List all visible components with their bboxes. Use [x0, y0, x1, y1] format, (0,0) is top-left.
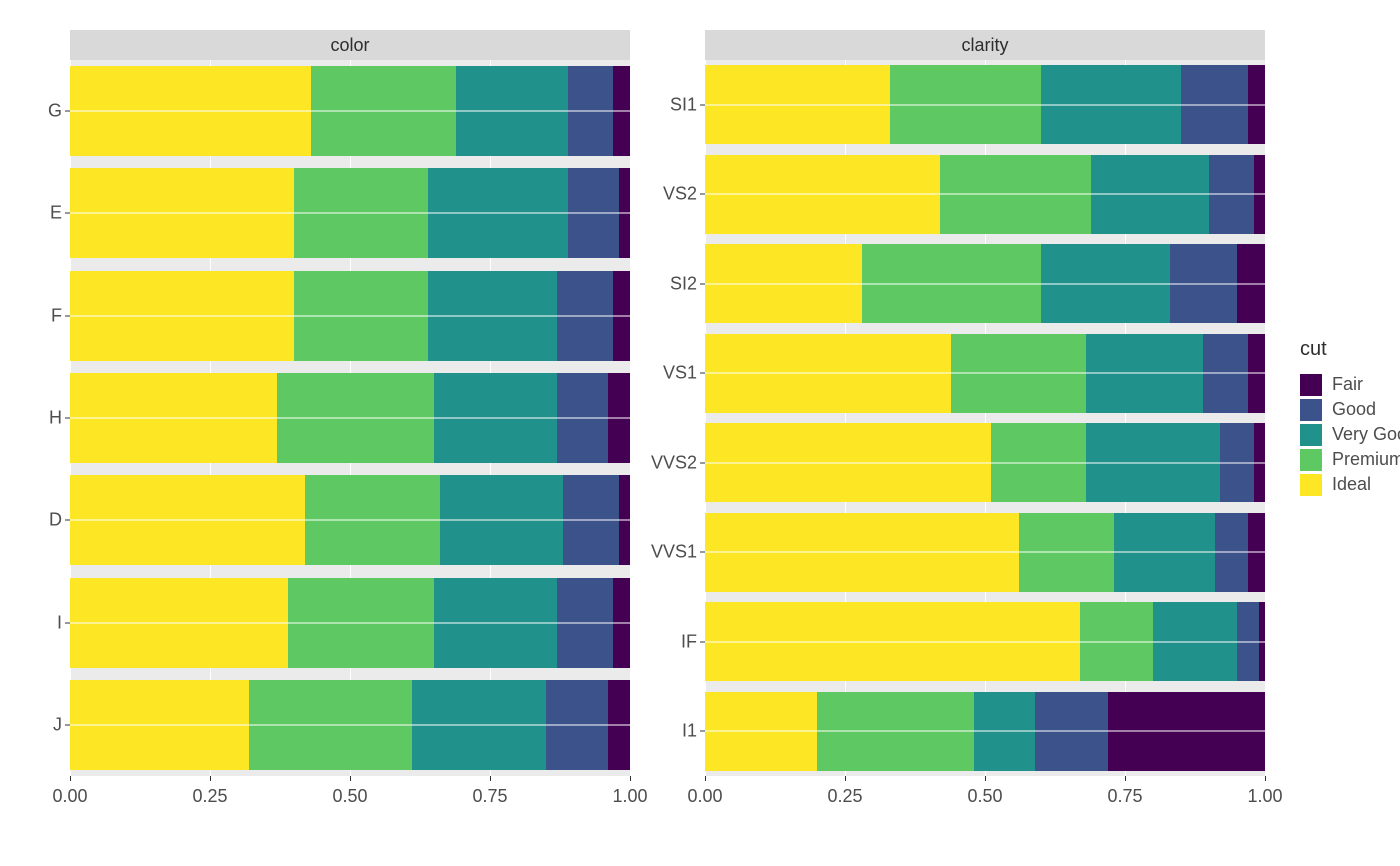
- legend-swatch: [1300, 474, 1322, 496]
- y-gridline: [70, 622, 630, 623]
- y-tick-label: VVS1: [651, 542, 705, 563]
- y-gridline: [70, 315, 630, 316]
- plot-area-clarity: SI1VS2SI2VS1VVS2VVS1IFI1: [705, 60, 1265, 776]
- facet-header-clarity: clarity: [705, 30, 1265, 60]
- facet-color: color GEFHDIJ 0.000.250.500.751.00: [70, 30, 630, 806]
- legend: cut Fair Good Very Good Premium Ideal: [1290, 30, 1400, 806]
- x-tick-mark: [210, 776, 211, 781]
- x-tick-mark: [1265, 776, 1266, 781]
- x-axis-color: 0.000.250.500.751.00: [70, 776, 630, 806]
- legend-swatch: [1300, 374, 1322, 396]
- x-tick-label: 0.75: [472, 786, 507, 807]
- y-tick-label: IF: [681, 631, 705, 652]
- legend-swatch: [1300, 424, 1322, 446]
- y-gridline: [705, 462, 1265, 463]
- bars-layer: [705, 60, 1265, 776]
- x-tick-mark: [70, 776, 71, 781]
- facet-header-color: color: [70, 30, 630, 60]
- x-tick-label: 0.00: [52, 786, 87, 807]
- y-tick-label: I: [57, 612, 70, 633]
- y-tick-label: I1: [682, 721, 705, 742]
- x-tick-mark: [1125, 776, 1126, 781]
- x-tick-label: 0.25: [192, 786, 227, 807]
- y-tick-label: VS2: [663, 184, 705, 205]
- x-tick-mark: [350, 776, 351, 781]
- y-tick-label: H: [49, 408, 70, 429]
- x-tick-mark: [490, 776, 491, 781]
- x-tick-label: 0.75: [1107, 786, 1142, 807]
- legend-label: Very Good: [1332, 424, 1400, 445]
- legend-item-fair: Fair: [1300, 374, 1400, 396]
- x-tick-label: 0.50: [332, 786, 367, 807]
- chart-root: color GEFHDIJ 0.000.250.500.751.00 clari…: [0, 0, 1400, 866]
- plot-area-color: GEFHDIJ: [70, 60, 630, 776]
- legend-item-ideal: Ideal: [1300, 474, 1400, 496]
- x-tick-label: 0.50: [967, 786, 1002, 807]
- x-tick-mark: [985, 776, 986, 781]
- x-tick-label: 1.00: [612, 786, 647, 807]
- legend-item-premium: Premium: [1300, 449, 1400, 471]
- y-gridline: [705, 194, 1265, 195]
- x-tick-label: 0.25: [827, 786, 862, 807]
- y-tick-label: VVS2: [651, 452, 705, 473]
- legend-items: Fair Good Very Good Premium Ideal: [1300, 371, 1400, 499]
- x-tick-mark: [705, 776, 706, 781]
- y-gridline: [705, 283, 1265, 284]
- legend-label: Good: [1332, 399, 1376, 420]
- y-gridline: [70, 111, 630, 112]
- y-tick-label: J: [53, 714, 70, 735]
- legend-swatch: [1300, 399, 1322, 421]
- x-tick-label: 1.00: [1247, 786, 1282, 807]
- legend-label: Premium: [1332, 449, 1400, 470]
- facet-clarity: clarity SI1VS2SI2VS1VVS2VVS1IFI1 0.000.2…: [705, 30, 1265, 806]
- legend-swatch: [1300, 449, 1322, 471]
- y-tick-label: G: [48, 101, 70, 122]
- y-gridline: [70, 724, 630, 725]
- x-tick-label: 0.00: [687, 786, 722, 807]
- y-tick-label: E: [50, 203, 70, 224]
- y-gridline: [705, 731, 1265, 732]
- x-gridline: [1265, 60, 1266, 776]
- y-tick-label: D: [49, 510, 70, 531]
- y-gridline: [70, 418, 630, 419]
- y-tick-label: VS1: [663, 363, 705, 384]
- y-gridline: [70, 213, 630, 214]
- y-gridline: [705, 552, 1265, 553]
- y-tick-label: F: [51, 305, 70, 326]
- y-tick-label: SI1: [670, 94, 705, 115]
- legend-label: Fair: [1332, 374, 1363, 395]
- legend-item-very-good: Very Good: [1300, 424, 1400, 446]
- y-gridline: [705, 104, 1265, 105]
- y-gridline: [705, 373, 1265, 374]
- y-gridline: [70, 520, 630, 521]
- legend-title: cut: [1300, 338, 1400, 361]
- x-tick-mark: [845, 776, 846, 781]
- legend-label: Ideal: [1332, 474, 1371, 495]
- y-gridline: [705, 641, 1265, 642]
- legend-item-good: Good: [1300, 399, 1400, 421]
- x-tick-mark: [630, 776, 631, 781]
- x-gridline: [630, 60, 631, 776]
- y-tick-label: SI2: [670, 273, 705, 294]
- x-axis-clarity: 0.000.250.500.751.00: [705, 776, 1265, 806]
